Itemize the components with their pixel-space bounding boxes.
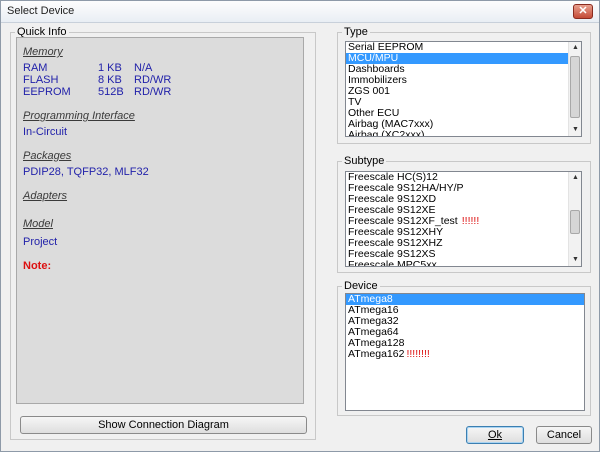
ok-label: Ok bbox=[487, 429, 503, 441]
memory-flash-access: RD/WR bbox=[134, 74, 172, 86]
type-items: Serial EEPROM MCU/MPU Dashboards Immobilize… bbox=[346, 42, 581, 137]
show-connection-diagram-label: Show Connection Diagram bbox=[98, 419, 229, 431]
type-legend: Type bbox=[342, 26, 370, 38]
device-list-item[interactable]: ATmega162!!!!!!!! bbox=[346, 349, 584, 360]
adapters-heading: Adapters bbox=[23, 190, 68, 202]
memory-flash-size: 8 KB bbox=[98, 74, 122, 86]
window-title: Select Device bbox=[7, 5, 75, 17]
cancel-label: Cancel bbox=[546, 429, 582, 441]
subtype-scrollbar[interactable]: ▲ ▼ bbox=[568, 172, 581, 266]
close-icon: ✕ bbox=[578, 5, 588, 17]
programming-interface-value: In-Circuit bbox=[23, 126, 68, 138]
model-value: Project bbox=[23, 236, 58, 248]
show-connection-diagram-button[interactable]: Show Connection Diagram bbox=[20, 416, 307, 434]
select-device-window: Select Device ✕ Quick Info Memory RAM 1 … bbox=[0, 0, 600, 452]
programming-interface-heading: Programming Interface bbox=[23, 110, 135, 122]
subtype-list-item[interactable]: Freescale MPC5xx bbox=[346, 260, 581, 267]
ok-button[interactable]: Ok bbox=[466, 426, 524, 444]
memory-ram-size: 1 KB bbox=[98, 62, 122, 74]
device-legend: Device bbox=[342, 280, 380, 292]
device-items: ATmega8 ATmega16 ATmega32 ATmega64 ATmega128… bbox=[346, 294, 584, 360]
device-listbox[interactable]: ATmega8 ATmega16 ATmega32 ATmega64 ATmega128… bbox=[345, 293, 585, 411]
memory-heading: Memory bbox=[23, 46, 63, 58]
memory-ram-name: RAM bbox=[23, 62, 48, 74]
device-list-item-label: ATmega162 bbox=[348, 348, 405, 360]
subtype-items: Freescale HC(S)12 Freescale 9S12HA/HY/P Fr… bbox=[346, 172, 581, 267]
subtype-listbox[interactable]: Freescale HC(S)12 Freescale 9S12HA/HY/P Fr… bbox=[345, 171, 582, 267]
cancel-button[interactable]: Cancel bbox=[536, 426, 592, 444]
packages-value: PDIP28, TQFP32, MLF32 bbox=[23, 166, 149, 178]
type-list-item-label: Airbag (XC2xxx) bbox=[348, 129, 425, 137]
scroll-down-icon[interactable]: ▼ bbox=[569, 124, 581, 136]
packages-heading: Packages bbox=[23, 150, 72, 162]
quick-info-panel: Memory RAM 1 KB N/A FLASH 8 KB RD/WR EEP… bbox=[16, 37, 304, 404]
device-list-item-mark: !!!!!!!! bbox=[406, 348, 430, 360]
subtype-scroll-thumb[interactable] bbox=[570, 210, 580, 234]
title-bar[interactable]: Select Device ✕ bbox=[1, 1, 599, 23]
scroll-up-icon[interactable]: ▲ bbox=[569, 42, 581, 54]
memory-flash-name: FLASH bbox=[23, 74, 59, 86]
memory-eeprom-size: 512B bbox=[98, 86, 124, 98]
subtype-list-item-mark: !!!!!! bbox=[461, 215, 480, 227]
scroll-up-icon[interactable]: ▲ bbox=[569, 172, 581, 184]
memory-eeprom-name: EEPROM bbox=[23, 86, 71, 98]
type-list-item[interactable]: ZGS 001 bbox=[346, 86, 581, 97]
type-list-item[interactable]: Airbag (XC2xxx) bbox=[346, 130, 581, 137]
note-label: Note: bbox=[23, 260, 52, 272]
close-button[interactable]: ✕ bbox=[573, 4, 593, 19]
subtype-list-item-label: Freescale MPC5xx bbox=[348, 259, 437, 267]
type-scroll-thumb[interactable] bbox=[570, 56, 580, 118]
scroll-down-icon[interactable]: ▼ bbox=[569, 254, 581, 266]
type-listbox[interactable]: Serial EEPROM MCU/MPU Dashboards Immobilize… bbox=[345, 41, 582, 137]
memory-ram-access: N/A bbox=[134, 62, 153, 74]
model-heading: Model bbox=[23, 218, 53, 230]
memory-eeprom-access: RD/WR bbox=[134, 86, 172, 98]
subtype-legend: Subtype bbox=[342, 155, 387, 167]
type-scrollbar[interactable]: ▲ ▼ bbox=[568, 42, 581, 136]
